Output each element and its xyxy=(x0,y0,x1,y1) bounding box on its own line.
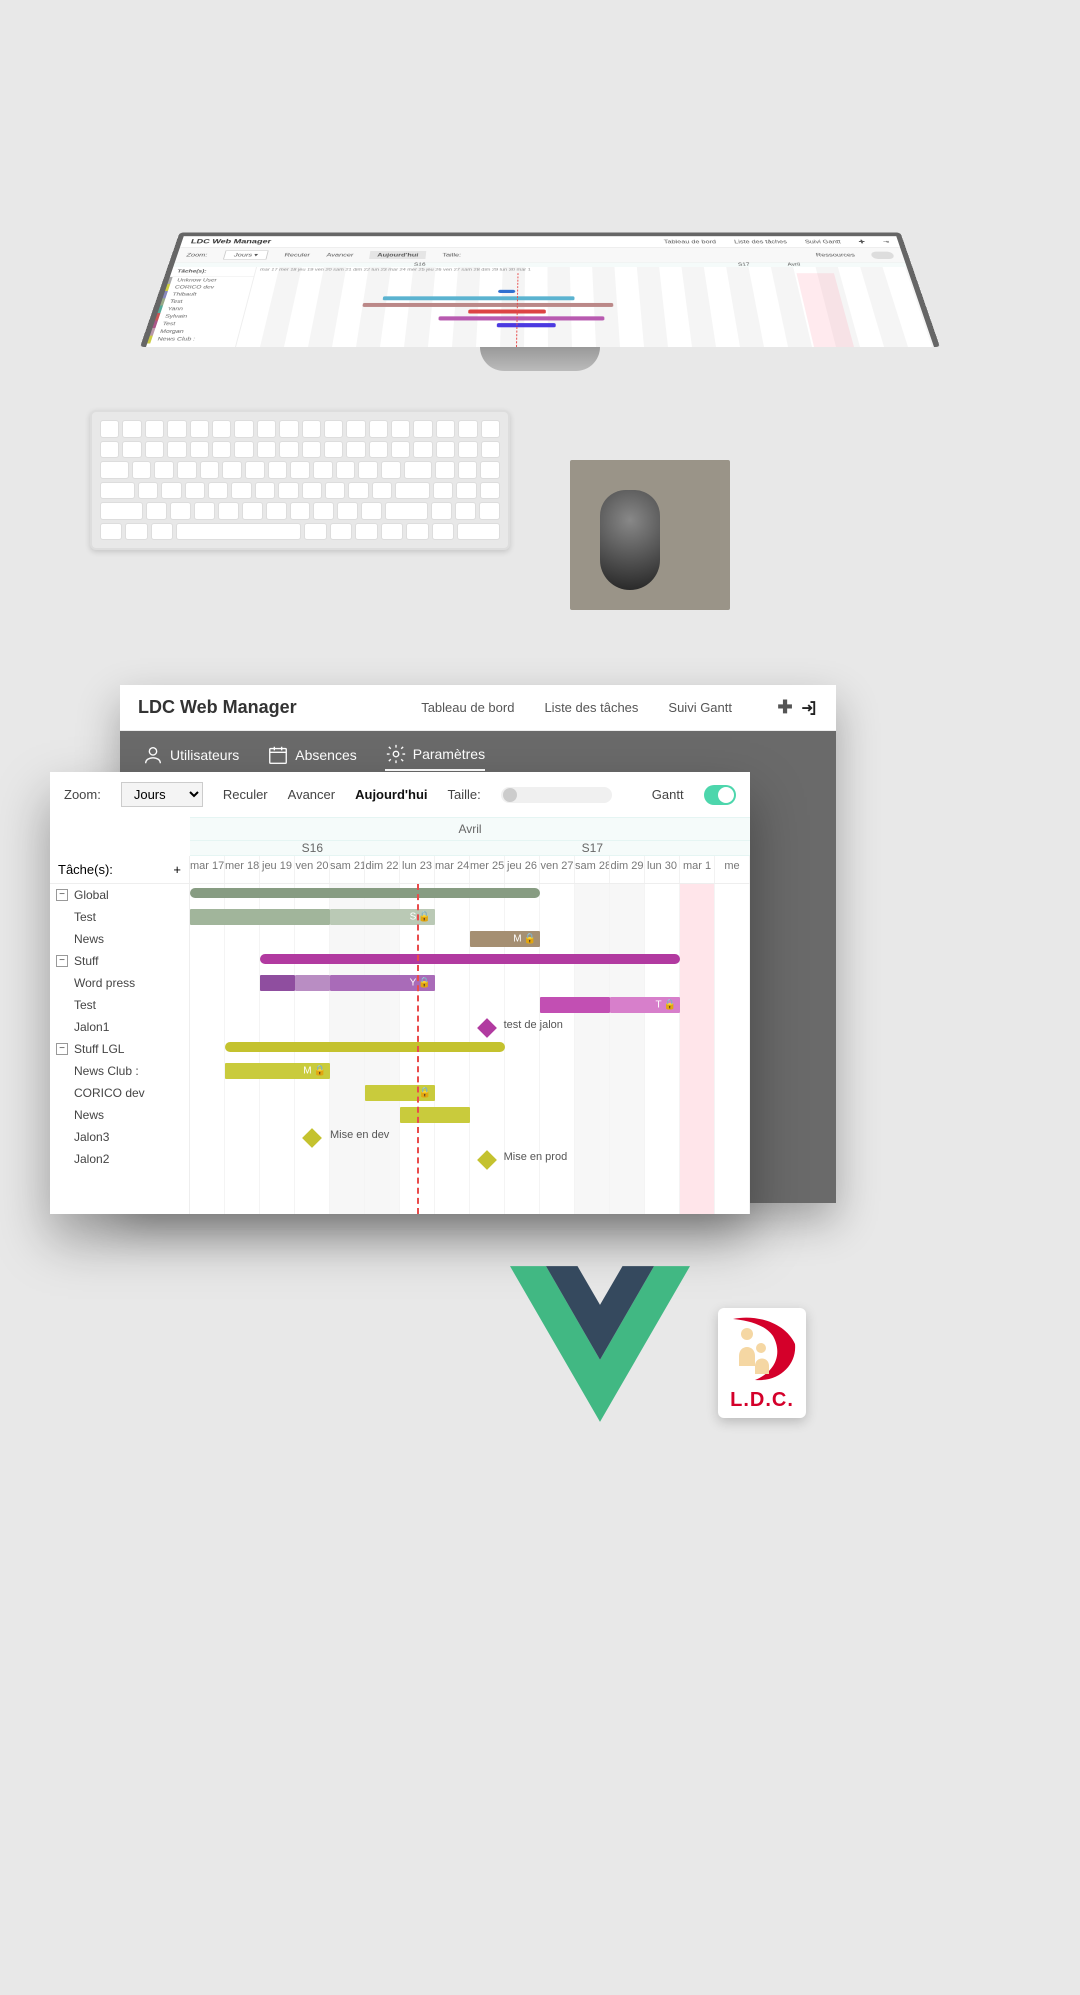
day-header: jeu 26 xyxy=(505,856,540,883)
tab-tasks[interactable]: Liste des tâches xyxy=(544,700,638,715)
day-header: mer 18 xyxy=(225,856,260,883)
day-header: ven 20 xyxy=(295,856,330,883)
tab-dashboard[interactable]: Tableau de bord xyxy=(421,700,514,715)
bar-news1[interactable]: M 🔒 xyxy=(470,931,540,947)
today-button[interactable]: Aujourd'hui xyxy=(369,251,426,259)
day-header: sam 21 xyxy=(330,856,365,883)
zoom-label: Zoom: xyxy=(186,252,209,257)
day-header: sam 28 xyxy=(575,856,610,883)
mouse-mockup xyxy=(600,490,660,590)
app-title: LDC Web Manager xyxy=(138,697,297,718)
vue-logo xyxy=(510,1266,690,1427)
tasks-header: Tâche(s): xyxy=(58,862,113,877)
day-header: ven 27 xyxy=(540,856,575,883)
bar-test2-a[interactable] xyxy=(540,997,610,1013)
week-s16: S16 xyxy=(190,841,435,855)
day-header: mar 24 xyxy=(435,856,470,883)
keyboard-mockup xyxy=(90,410,510,550)
subnav-settings[interactable]: Paramètres xyxy=(385,743,485,771)
day-header: me xyxy=(715,856,750,883)
back-button[interactable]: Reculer xyxy=(223,787,268,802)
gantt-toggle[interactable] xyxy=(704,785,736,805)
subnav-absences[interactable]: Absences xyxy=(267,743,356,771)
task-item[interactable]: News xyxy=(50,928,189,950)
nav-dashboard[interactable]: Tableau de bord xyxy=(664,239,717,244)
bar-test1-a[interactable] xyxy=(190,909,330,925)
collapse-icon[interactable]: − xyxy=(56,955,68,967)
app-title-monitor: LDC Web Manager xyxy=(190,239,272,246)
day-header: dim 22 xyxy=(365,856,400,883)
resources-toggle[interactable] xyxy=(870,251,894,258)
task-group[interactable]: −Stuff LGL xyxy=(50,1038,189,1060)
bar-wordpress-a[interactable] xyxy=(260,975,295,991)
ldc-logo: L.D.C. xyxy=(718,1308,806,1418)
day-header: jeu 19 xyxy=(260,856,295,883)
task-group[interactable]: −Stuff xyxy=(50,950,189,972)
resources-label: Ressources xyxy=(815,252,855,257)
logout-icon[interactable] xyxy=(800,699,818,717)
gantt-label: Gantt xyxy=(652,787,684,802)
task-item[interactable]: Test xyxy=(50,994,189,1016)
collapse-icon[interactable]: − xyxy=(56,1043,68,1055)
today-marker xyxy=(417,884,419,1214)
zoom-label: Zoom: xyxy=(64,787,101,802)
forward-button[interactable]: Avancer xyxy=(326,252,354,257)
gantt-panel: Zoom: Jours Reculer Avancer Aujourd'hui … xyxy=(50,772,750,1214)
week-s17: S17 xyxy=(435,841,750,855)
collapse-icon[interactable]: − xyxy=(56,889,68,901)
milestone-jalon2-label: Mise en prod xyxy=(504,1151,568,1163)
milestone-jalon1-label: test de jalon xyxy=(504,1019,563,1031)
bar-news2[interactable] xyxy=(400,1107,470,1123)
nav-gantt[interactable]: Suivi Gantt xyxy=(804,239,841,244)
bar-wordpress-b[interactable] xyxy=(295,975,330,991)
bar-stufflgl-summary[interactable] xyxy=(225,1042,505,1052)
bar-newsclub[interactable]: M 🔒 xyxy=(225,1063,330,1079)
forward-button[interactable]: Avancer xyxy=(288,787,335,802)
today-button[interactable]: Aujourd'hui xyxy=(355,787,427,802)
bar-corico[interactable]: 🔒 xyxy=(365,1085,435,1101)
size-label: Taille: xyxy=(442,252,461,257)
task-item[interactable]: Word press xyxy=(50,972,189,994)
plus-icon[interactable]: ✚ xyxy=(776,699,794,717)
bar-test2-b[interactable]: T 🔒 xyxy=(610,997,680,1013)
day-header: mar 17 xyxy=(190,856,225,883)
zoom-select[interactable]: Jours xyxy=(121,782,203,807)
month-label: Avril xyxy=(190,818,750,841)
ldc-logo-text: L.D.C. xyxy=(730,1389,794,1412)
task-item[interactable]: Jalon3 xyxy=(50,1126,189,1148)
task-item[interactable]: CORICO dev xyxy=(50,1082,189,1104)
size-slider[interactable] xyxy=(501,787,612,803)
size-label: Taille: xyxy=(448,787,481,802)
milestone-jalon3-label: Mise en dev xyxy=(330,1129,389,1141)
bar-stuff-summary[interactable] xyxy=(260,954,680,964)
monitor-mockup: LDC Web Manager Tableau de bord Liste de… xyxy=(140,170,940,371)
day-header: lun 23 xyxy=(400,856,435,883)
tab-gantt[interactable]: Suivi Gantt xyxy=(668,700,732,715)
task-item[interactable]: Jalon2 xyxy=(50,1148,189,1170)
bar-global-summary[interactable] xyxy=(190,888,540,898)
add-task-button[interactable]: + xyxy=(173,862,181,877)
back-button[interactable]: Reculer xyxy=(284,252,311,257)
day-header: mer 25 xyxy=(470,856,505,883)
nav-tasks[interactable]: Liste des tâches xyxy=(734,239,788,244)
exit-icon[interactable]: ⇥ xyxy=(882,239,890,244)
subnav-users[interactable]: Utilisateurs xyxy=(142,743,239,771)
day-header: dim 29 xyxy=(610,856,645,883)
task-item[interactable]: News Club : xyxy=(50,1060,189,1082)
plus-icon[interactable]: ✚ xyxy=(858,239,866,244)
task-group[interactable]: −Global xyxy=(50,884,189,906)
day-header: lun 30 xyxy=(645,856,680,883)
task-item[interactable]: Test xyxy=(50,906,189,928)
day-header: mar 1 xyxy=(680,856,715,883)
task-item[interactable]: News xyxy=(50,1104,189,1126)
zoom-select[interactable]: Jours ▾ xyxy=(223,250,270,259)
tasks-header: Tâche(s): xyxy=(170,267,256,277)
task-item[interactable]: Jalon1 xyxy=(50,1016,189,1038)
